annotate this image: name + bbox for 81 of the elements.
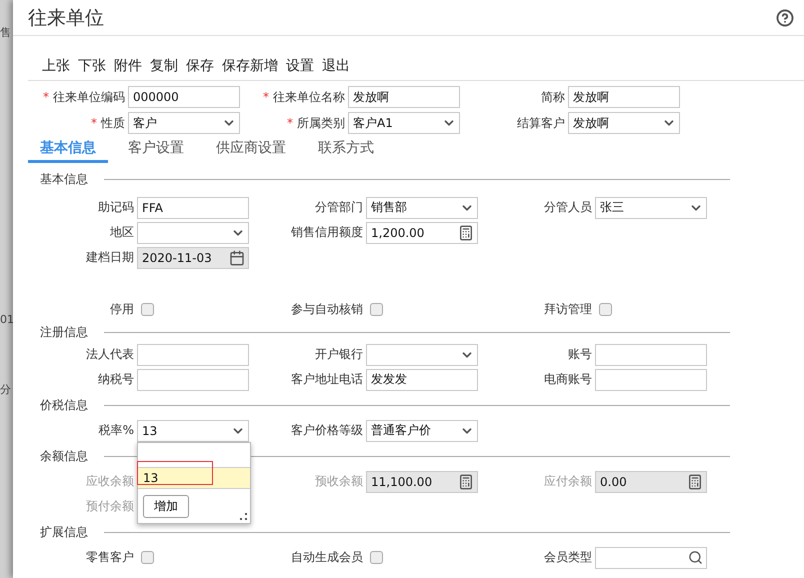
section-title: 余额信息 — [40, 448, 88, 464]
field-label: 纳税号 — [97, 371, 135, 388]
search-icon[interactable] — [688, 550, 703, 565]
field-label: 简称 — [540, 88, 566, 106]
toolbar-button[interactable]: 退出 — [322, 57, 355, 75]
field-label: 账号 — [567, 346, 593, 363]
toolbar-button[interactable]: 保存新增 — [222, 57, 283, 75]
field-label: 销售信用额度 — [290, 224, 364, 241]
checkbox[interactable] — [370, 551, 383, 564]
toolbar-button[interactable]: 上张 — [42, 57, 75, 75]
field-label: 分管部门 — [314, 199, 364, 216]
add-button[interactable]: 增加 — [143, 494, 189, 518]
checkbox[interactable] — [599, 303, 612, 316]
field-label: 停用 — [109, 301, 135, 318]
select-field[interactable]: 客户A1 — [348, 112, 460, 134]
field-label: 分管人员 — [543, 199, 593, 216]
field-label: 开户银行 — [314, 346, 364, 363]
field-label: * 往来单位编码 — [42, 88, 126, 106]
select-field[interactable]: 普通客户价 — [366, 420, 478, 442]
resize-grip-icon[interactable] — [240, 512, 247, 520]
field-label: 拜访管理 — [543, 301, 593, 318]
window-title: 往来单位 — [28, 6, 104, 30]
input-field[interactable] — [595, 344, 707, 366]
field-label: 应收余额 — [85, 473, 135, 490]
toolbar-button[interactable]: 下张 — [78, 57, 111, 75]
select-field[interactable]: 销售部 — [366, 196, 478, 218]
input-field[interactable]: FFA — [137, 196, 249, 218]
select-field[interactable]: 客户 — [128, 112, 240, 134]
field-label: 参与自动核销 — [290, 301, 364, 318]
field-label: 法人代表 — [85, 346, 135, 363]
background-text: 分 — [0, 383, 12, 397]
toolbar-button[interactable]: 复制 — [150, 57, 183, 75]
dropdown-option[interactable] — [138, 442, 250, 466]
field-label: 地区 — [109, 224, 135, 241]
tab[interactable]: 联系方式 — [306, 139, 386, 163]
field-label: 客户价格等级 — [290, 422, 364, 439]
checkbox[interactable] — [141, 303, 154, 316]
checkbox[interactable] — [141, 551, 154, 564]
section-title: 基本信息 — [40, 170, 88, 188]
tab[interactable]: 供应商设置 — [204, 139, 298, 163]
background-text: 售 — [0, 26, 12, 40]
field-label: 零售客户 — [85, 549, 135, 566]
input-field[interactable]: 000000 — [128, 86, 240, 108]
field-label: 税率% — [98, 422, 135, 439]
field-label: 建档日期 — [85, 249, 135, 266]
field-label: 预付余额 — [85, 498, 135, 515]
checkbox[interactable] — [370, 303, 383, 316]
field-label: 结算客户 — [516, 114, 566, 132]
field-label: 电商账号 — [543, 371, 593, 388]
input-field[interactable] — [137, 368, 249, 390]
field-label: * 所属类别 — [286, 114, 346, 132]
field-label: * 往来单位名称 — [262, 88, 346, 106]
toolbar-button[interactable]: 设置 — [286, 57, 319, 75]
calculator-icon[interactable] — [458, 224, 474, 240]
field-label: 自动生成会员 — [290, 549, 364, 566]
background-text: 01 — [0, 313, 13, 327]
input-field[interactable] — [595, 368, 707, 390]
field-label: 应付余额 — [543, 473, 593, 490]
select-field[interactable] — [137, 222, 249, 244]
field-label: 预收余额 — [314, 473, 364, 490]
field-label: 客户地址电话 — [290, 371, 364, 388]
help-icon[interactable] — [776, 8, 794, 26]
input-field[interactable]: 发放啊 — [568, 86, 680, 108]
select-field[interactable]: 张三 — [595, 196, 707, 218]
input-field[interactable]: 发发发 — [366, 368, 478, 390]
toolbar-button[interactable]: 附件 — [114, 57, 147, 75]
input-field[interactable] — [137, 344, 249, 366]
input-field[interactable]: 发放啊 — [348, 86, 460, 108]
field-label: 会员类型 — [543, 549, 593, 566]
field-label: 助记码 — [97, 199, 135, 216]
section-title: 注册信息 — [40, 324, 88, 340]
section-title: 扩展信息 — [40, 524, 88, 540]
input-field[interactable] — [595, 546, 707, 568]
dropdown-option[interactable]: 13 — [138, 466, 250, 488]
toolbar-button[interactable]: 保存 — [186, 57, 219, 75]
input-field[interactable]: 1,200.00 — [366, 222, 478, 244]
section-title: 价税信息 — [40, 396, 88, 414]
field-label: * 性质 — [90, 114, 126, 132]
select-field[interactable]: 发放啊 — [568, 112, 680, 134]
tab[interactable]: 客户设置 — [116, 139, 196, 163]
select-field[interactable] — [366, 344, 478, 366]
